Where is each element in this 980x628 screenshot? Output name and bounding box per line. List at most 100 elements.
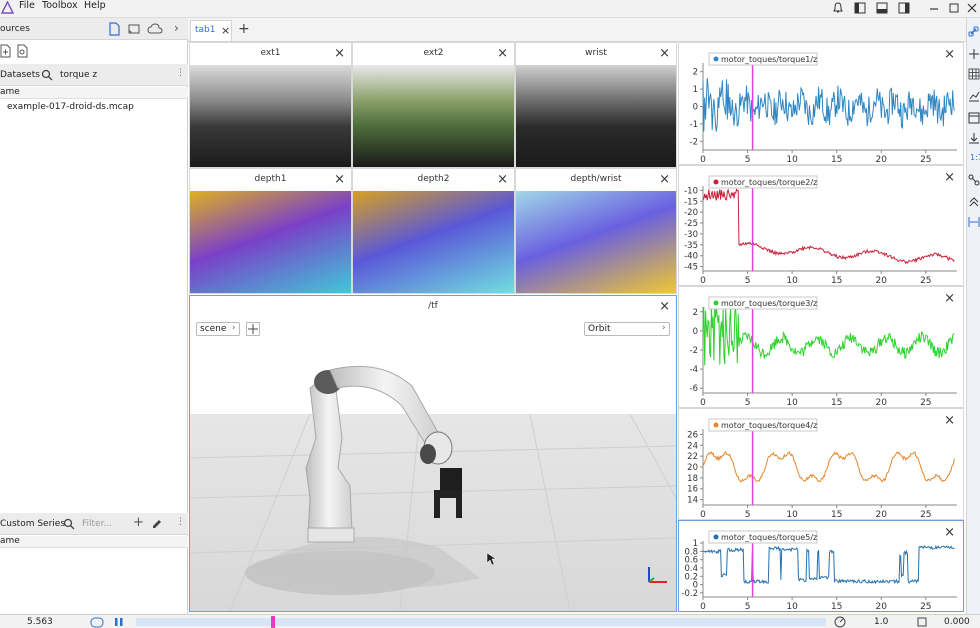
dataset-file-item[interactable]: example-017-droid-ds.mcap — [7, 102, 134, 112]
camera-image — [190, 65, 351, 167]
tf-3d-panel[interactable]: /tf × scene › Orbit › — [189, 295, 677, 612]
close-icon[interactable]: × — [659, 47, 670, 60]
plot-panel[interactable]: ... × 0 5 10 15 20 25 2 0 -2 -4 -6 motor_toques/torqu… — [678, 286, 964, 408]
datasets-search-input[interactable]: torque z — [60, 70, 97, 80]
bell-icon[interactable] — [832, 2, 844, 14]
download-icon[interactable] — [968, 132, 980, 144]
playback-speed-field[interactable]: 1.0 — [874, 617, 888, 627]
layout-left-icon[interactable] — [854, 2, 866, 14]
legend-label: motor_toques/torque2/z — [721, 178, 817, 187]
menu-toolbox[interactable]: Toolbox — [42, 0, 78, 12]
x-tick-label: 5 — [745, 602, 751, 611]
cast-icon[interactable] — [127, 22, 141, 36]
chart-icon[interactable] — [968, 90, 980, 102]
camera-panel[interactable]: depth/wrist × — [515, 168, 677, 294]
y-tick-label: 26 — [687, 430, 698, 440]
maximize-icon[interactable] — [948, 2, 960, 14]
camera-panel[interactable]: depth1 × — [189, 168, 352, 294]
tab-tab1[interactable]: tab1 × — [190, 20, 232, 41]
close-icon[interactable]: × — [334, 47, 345, 60]
close-icon[interactable]: × — [334, 173, 345, 186]
layout-right-icon[interactable] — [898, 2, 910, 14]
plot-panel[interactable]: ... × 0 5 10 15 20 25 1 0.8 0.6 0.4 0.2 0 -0.2 motor_to… — [678, 520, 964, 612]
collapse-icon[interactable] — [968, 196, 980, 208]
camera-panel-title: ext1 — [260, 48, 281, 58]
plot-chart[interactable]: 0 5 10 15 20 2526242220181614motor_toques/tor… — [679, 409, 963, 519]
ratio-icon[interactable]: 1:1 — [970, 153, 980, 162]
more-vert-icon[interactable]: ⋮ — [176, 517, 185, 527]
sources-header: ources › — [0, 18, 188, 40]
close-icon[interactable]: × — [497, 47, 508, 60]
add-file-icon[interactable] — [0, 44, 12, 58]
legend-label: motor_toques/torque1/z — [721, 55, 817, 64]
add-icon[interactable]: + — [133, 515, 144, 530]
pause-icon[interactable] — [112, 616, 126, 628]
robot-scene-view[interactable] — [190, 318, 676, 611]
custom-series-filter-input[interactable]: Filter... — [82, 519, 112, 529]
current-time-field[interactable]: 5.563 — [27, 617, 53, 627]
plot-chart[interactable]: 0 5 10 15 20 2510.80.60.40.20-0.2motor_toques… — [679, 521, 963, 611]
close-icon[interactable]: × — [659, 300, 670, 313]
y-tick-label: 20 — [687, 463, 698, 473]
x-tick-label: 20 — [876, 398, 888, 407]
plot-panel[interactable]: ... × 0 5 10 15 20 25 2 1 0 -1 -2 motor_toques/torque… — [678, 42, 964, 165]
plot-chart[interactable]: 0 5 10 15 20 25210-1-2motor_toques/torque1/z — [679, 43, 963, 164]
file-search-icon[interactable] — [17, 44, 29, 58]
plot-chart[interactable]: 0 5 10 15 20 2520-2-4-6motor_toques/torque3/z — [679, 287, 963, 407]
grid-icon[interactable] — [968, 68, 980, 80]
move-icon[interactable] — [968, 48, 980, 60]
camera-panel[interactable]: depth2 × — [352, 168, 515, 294]
y-tick-label: -45 — [684, 263, 698, 273]
x-tick-label: 5 — [745, 276, 751, 285]
scene-dropdown[interactable]: scene › — [196, 322, 240, 336]
panel-icon[interactable] — [968, 112, 980, 124]
time-offset-field[interactable]: 0.000 — [944, 617, 970, 627]
menu-file[interactable]: File — [19, 0, 35, 12]
speed-icon[interactable] — [834, 616, 846, 628]
add-tab-button[interactable]: + — [238, 21, 250, 37]
search-icon — [63, 518, 75, 530]
timeline-slider[interactable] — [136, 616, 826, 628]
tab-bar: tab1 × + — [188, 18, 966, 42]
x-tick-label: 10 — [786, 155, 798, 164]
file-icon[interactable] — [107, 22, 121, 36]
close-icon[interactable]: × — [659, 173, 670, 186]
menu-help[interactable]: Help — [84, 0, 106, 12]
camera-panel-title: wrist — [585, 48, 607, 58]
nodes-icon[interactable] — [968, 174, 980, 186]
minimize-icon[interactable] — [928, 2, 940, 14]
cloud-icon[interactable] — [147, 22, 163, 36]
x-tick-label: 20 — [876, 276, 888, 285]
camera-panel[interactable]: ext1 × — [189, 42, 352, 168]
y-tick-label: -0.2 — [681, 589, 698, 599]
y-tick-label: 0 — [693, 327, 698, 337]
camera-panel[interactable]: ext2 × — [352, 42, 515, 168]
x-tick-label: 0 — [700, 602, 706, 611]
loop-icon[interactable] — [90, 616, 104, 628]
plot-chart[interactable]: 0 5 10 15 20 25 -10-15-20-25-30-35-40-45 motor_… — [679, 166, 963, 285]
y-tick-label: -15 — [684, 197, 698, 207]
x-tick-label: 0 — [700, 276, 706, 285]
close-window-icon[interactable] — [966, 2, 978, 14]
move-icon[interactable] — [246, 322, 260, 336]
plot-panel[interactable]: ... × 0 5 10 15 20 25 -10 -15 -20 -25 -30 -35 -40 -45 mo… — [678, 165, 964, 286]
y-tick-label: -1 — [690, 120, 698, 130]
fit-width-icon[interactable] — [968, 216, 980, 228]
layout-bottom-icon[interactable] — [876, 2, 888, 14]
more-vert-icon[interactable]: ⋮ — [176, 68, 185, 78]
orbit-dropdown[interactable]: Orbit › — [584, 322, 670, 336]
edit-icon[interactable] — [151, 518, 163, 530]
plot-panel[interactable]: ... × 0 5 10 15 20 25 26 24 22 20 18 16 14 motor_toques… — [678, 408, 964, 520]
chevron-right-icon[interactable]: › — [174, 21, 179, 35]
link-icon[interactable] — [968, 26, 980, 38]
close-icon[interactable]: × — [497, 173, 508, 186]
series-line — [702, 188, 955, 265]
close-icon[interactable]: × — [221, 25, 230, 37]
x-tick-label: 25 — [920, 510, 931, 519]
menu-bar: File Toolbox Help — [0, 0, 980, 18]
y-tick-label: -30 — [684, 230, 698, 240]
camera-panel[interactable]: wrist × — [515, 42, 677, 168]
timeline-playhead[interactable] — [271, 616, 275, 628]
camera-panel-title: ext2 — [423, 48, 444, 58]
offset-icon[interactable] — [916, 616, 928, 628]
